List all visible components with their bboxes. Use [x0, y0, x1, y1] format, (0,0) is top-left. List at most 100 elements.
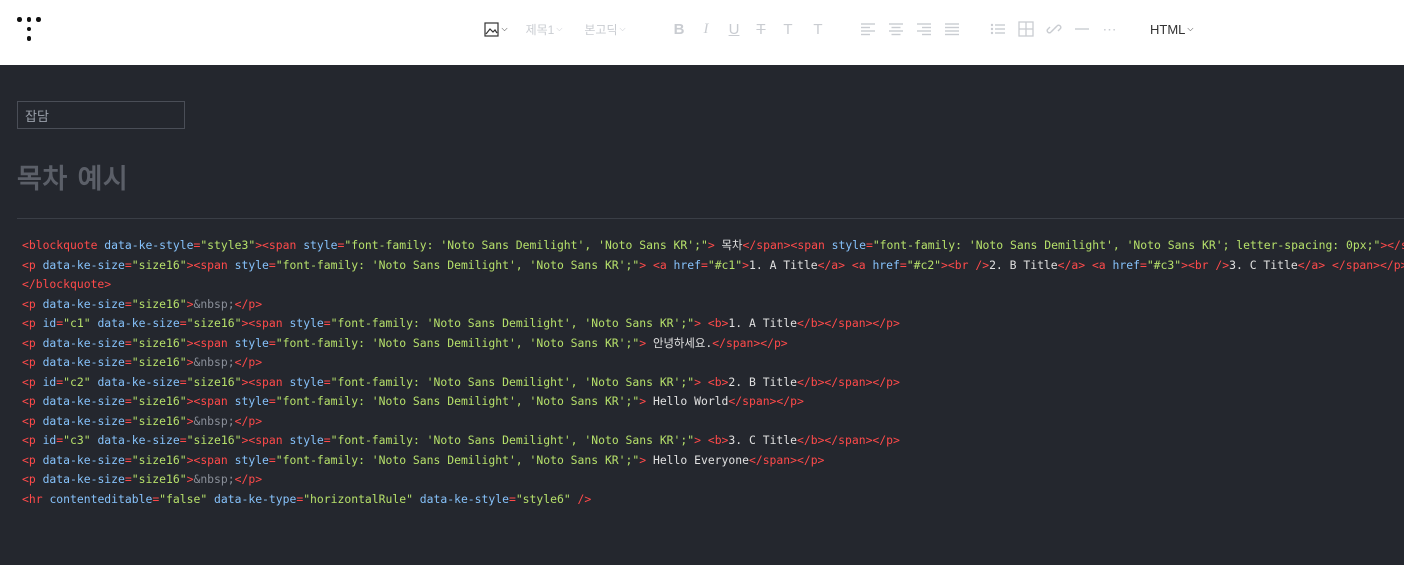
- code-token: =: [865, 238, 873, 252]
- code-token: 2. B Title: [728, 374, 797, 389]
- code-token: <a: [652, 257, 674, 272]
- code-token: style: [234, 452, 269, 467]
- app-logo-icon[interactable]: [17, 17, 41, 41]
- code-token: "font-family: 'Noto Sans Demilight', 'No…: [872, 238, 1381, 252]
- post-title-input[interactable]: 목차 예시: [17, 157, 128, 197]
- code-token: "size16": [186, 374, 242, 389]
- font-select[interactable]: 본고딕 ⌵: [580, 18, 630, 40]
- strikethrough-icon: T: [756, 20, 766, 38]
- code-token: =: [323, 433, 331, 447]
- list-button[interactable]: [988, 18, 1008, 40]
- code-token: "#c3": [1146, 257, 1182, 272]
- code-token: <a: [1091, 257, 1113, 272]
- bold-button[interactable]: B: [670, 18, 688, 40]
- code-token: "size16": [131, 296, 187, 311]
- code-token: </span><span: [742, 238, 832, 252]
- code-token: "size16": [186, 433, 242, 447]
- code-token: </span></p>: [748, 452, 825, 467]
- code-token: data-ke-size: [97, 316, 180, 330]
- code-token: <p: [22, 316, 43, 330]
- code-token: "font-family: 'Noto Sans Demilight', 'No…: [344, 238, 708, 252]
- code-token: <p: [22, 472, 43, 486]
- code-token: =: [179, 374, 187, 389]
- horizontal-rule-icon: [1075, 28, 1089, 30]
- code-token: =: [700, 257, 708, 272]
- code-token: 안녕하세요.: [646, 335, 713, 350]
- background-color-button[interactable]: T: [809, 18, 827, 40]
- code-token: =: [508, 491, 516, 506]
- insert-image-button[interactable]: ⌵: [482, 18, 510, 40]
- code-token: data-ke-size: [42, 472, 125, 486]
- code-token: <hr: [22, 491, 50, 506]
- more-button[interactable]: ⋯: [1100, 18, 1120, 40]
- code-token: 1. A Title: [728, 316, 797, 330]
- code-token: ><br />: [941, 257, 990, 272]
- table-button[interactable]: [1016, 18, 1036, 40]
- code-token: =: [124, 257, 132, 272]
- code-token: =: [179, 433, 187, 447]
- code-token: <b>: [707, 433, 729, 447]
- code-token: 3. C Title: [1229, 257, 1298, 272]
- code-token: "font-family: 'Noto Sans Demilight', 'No…: [330, 374, 695, 389]
- editor-mode-select[interactable]: HTML ⌵: [1150, 18, 1193, 40]
- code-token: data-ke-size: [97, 374, 180, 389]
- code-line: <p data-ke-size="size16"><span style="fo…: [22, 392, 1402, 412]
- code-token: "font-family: 'Noto Sans Demilight', 'No…: [275, 452, 640, 467]
- align-right-button[interactable]: [914, 18, 934, 40]
- code-token: "size16": [131, 257, 187, 272]
- code-token: =: [1139, 257, 1147, 272]
- code-token: style: [289, 433, 324, 447]
- code-token: &nbsp;: [193, 355, 235, 369]
- code-token: =: [124, 413, 132, 428]
- horizontal-rule-button[interactable]: [1072, 18, 1092, 40]
- link-button[interactable]: [1044, 18, 1064, 40]
- italic-button[interactable]: I: [697, 18, 715, 40]
- align-justify-button[interactable]: [942, 18, 962, 40]
- code-token: "size16": [131, 472, 187, 486]
- code-token: href: [673, 257, 701, 272]
- code-token: style: [831, 238, 866, 252]
- code-token: <p: [22, 355, 43, 369]
- underline-button[interactable]: U: [725, 18, 743, 40]
- code-token: "style6": [515, 491, 571, 506]
- code-token: <p: [22, 394, 43, 408]
- category-select[interactable]: 잡담: [17, 101, 185, 129]
- code-token: "c2": [63, 374, 91, 389]
- code-token: ><br />: [1181, 257, 1230, 272]
- code-token: data-ke-size: [42, 296, 125, 311]
- strikethrough-button[interactable]: T: [752, 18, 770, 40]
- code-line: <p data-ke-size="size16"><span style="fo…: [22, 334, 1402, 354]
- code-line: <p data-ke-size="size16">&nbsp;</p>: [22, 470, 1402, 490]
- bold-icon: B: [673, 20, 685, 38]
- text-color-button[interactable]: T: [779, 18, 797, 40]
- code-token: =: [268, 335, 276, 350]
- code-token: </a>: [1297, 257, 1326, 272]
- code-token: ><span: [186, 394, 235, 408]
- code-token: href: [872, 257, 900, 272]
- code-token: style: [234, 335, 269, 350]
- code-token: =: [124, 296, 132, 311]
- font-select-label: 본고딕: [584, 22, 618, 37]
- heading-select[interactable]: 제목1 ⌵: [522, 18, 566, 40]
- align-left-button[interactable]: [858, 18, 878, 40]
- code-token: ><span: [186, 452, 235, 467]
- html-source-editor[interactable]: <blockquote data-ke-style="style3"><span…: [22, 236, 1404, 510]
- code-token: <p: [22, 335, 43, 350]
- code-token: 1. A Title: [749, 257, 818, 272]
- align-center-button[interactable]: [886, 18, 906, 40]
- code-token: <p: [22, 296, 43, 311]
- code-token: </p>: [234, 413, 263, 428]
- code-token: "font-family: 'Noto Sans Demilight', 'No…: [275, 335, 640, 350]
- code-line: <hr contenteditable = "false" data-ke-type…: [22, 490, 1402, 510]
- code-token: <b>: [707, 316, 729, 330]
- code-token: =: [124, 452, 132, 467]
- code-token: </a>: [1057, 257, 1086, 272]
- code-token: <b>: [707, 374, 729, 389]
- heading-select-label: 제목1: [525, 22, 555, 37]
- underline-icon: U: [728, 20, 740, 38]
- align-justify-icon: [945, 23, 959, 36]
- align-left-icon: [861, 23, 875, 36]
- code-token: =: [268, 394, 276, 408]
